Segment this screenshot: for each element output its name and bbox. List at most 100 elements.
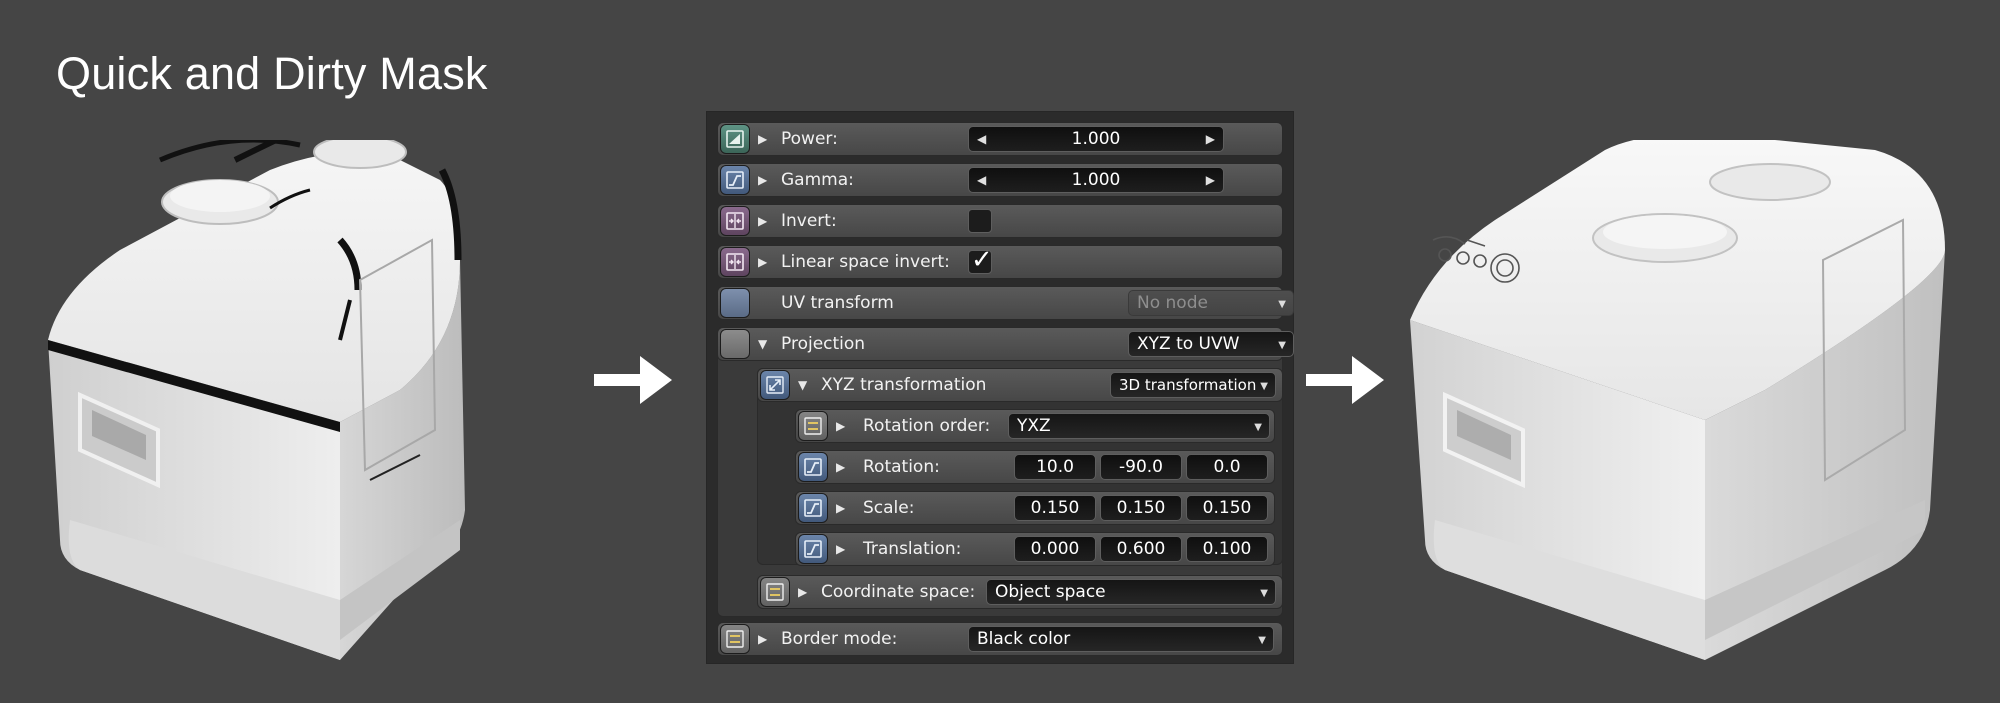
scale-x-field[interactable]: 0.150 <box>1014 495 1096 521</box>
scale-z-value: 0.150 <box>1202 498 1252 518</box>
expand-triangle-icon[interactable]: ▶ <box>758 133 767 145</box>
translation-label: Translation: <box>863 539 962 559</box>
param-row-rotation: ▶ Rotation: 10.0 -90.0 0.0 <box>795 450 1275 484</box>
uv-transform-label: UV transform <box>781 293 894 313</box>
power-slider[interactable]: ◀ 1.000 ▶ <box>968 126 1224 152</box>
float-texture-icon[interactable] <box>720 124 750 154</box>
coordinate-space-dropdown[interactable]: Object space ▼ <box>986 579 1276 605</box>
param-row-invert: ▶ Invert: <box>717 204 1283 238</box>
invert-icon[interactable] <box>720 247 750 277</box>
curve-icon[interactable] <box>798 534 828 564</box>
coordinate-space-value: Object space <box>995 582 1106 602</box>
transform-icon[interactable] <box>760 370 790 400</box>
gamma-slider[interactable]: ◀ 1.000 ▶ <box>968 167 1224 193</box>
rotation-x-field[interactable]: 10.0 <box>1014 454 1096 480</box>
page-title: Quick and Dirty Mask <box>56 48 488 99</box>
param-row-rotation-order: ▶ Rotation order: YXZ ▼ <box>795 409 1275 443</box>
expand-triangle-icon[interactable]: ▶ <box>758 633 767 645</box>
expand-triangle-icon[interactable]: ▶ <box>798 586 807 598</box>
enum-icon[interactable] <box>760 577 790 607</box>
expand-triangle-icon[interactable]: ▶ <box>836 461 845 473</box>
scale-y-value: 0.150 <box>1116 498 1166 518</box>
param-row-xyz-transformation: ▼ XYZ transformation 3D transformation ▼ <box>757 368 1283 402</box>
rotation-y-field[interactable]: -90.0 <box>1100 454 1182 480</box>
projection-label: Projection <box>781 334 866 354</box>
node-slot-icon[interactable] <box>720 288 750 318</box>
rotation-order-label: Rotation order: <box>863 416 991 436</box>
rotation-order-dropdown[interactable]: YXZ ▼ <box>1008 413 1270 439</box>
uv-transform-dropdown[interactable]: No node ▼ <box>1128 290 1294 316</box>
translation-y-value: 0.600 <box>1116 539 1166 559</box>
linear-space-invert-label: Linear space invert: <box>781 252 950 272</box>
power-value: 1.000 <box>1071 129 1121 149</box>
rotation-label: Rotation: <box>863 457 940 477</box>
coordinate-space-label: Coordinate space: <box>821 582 976 602</box>
gamma-value: 1.000 <box>1071 170 1121 190</box>
invert-label: Invert: <box>781 211 837 231</box>
rotation-y-value: -90.0 <box>1119 457 1163 477</box>
border-mode-label: Border mode: <box>781 629 898 649</box>
node-parameter-panel: ▶ Power: ◀ 1.000 ▶ ▶ Gamma: ◀ 1.000 ▶ ▶ … <box>707 112 1294 663</box>
projection-value: XYZ to UVW <box>1137 334 1240 354</box>
param-row-scale: ▶ Scale: 0.150 0.150 0.150 <box>795 491 1275 525</box>
chevron-down-icon: ▼ <box>1260 381 1268 392</box>
chevron-down-icon: ▼ <box>1258 635 1266 646</box>
scale-label: Scale: <box>863 498 915 518</box>
xyz-transformation-value: 3D transformation <box>1119 376 1257 394</box>
node-slot-icon[interactable] <box>720 329 750 359</box>
curve-icon[interactable] <box>720 165 750 195</box>
chevron-down-icon: ▼ <box>1278 299 1286 310</box>
curve-icon[interactable] <box>798 452 828 482</box>
param-row-uv-transform: UV transform No node ▼ <box>717 286 1294 320</box>
expand-triangle-icon[interactable]: ▶ <box>836 543 845 555</box>
gamma-label: Gamma: <box>781 170 854 190</box>
linear-space-invert-checkbox[interactable] <box>968 245 993 275</box>
arrow-right-icon <box>594 356 672 404</box>
chevron-down-icon: ▼ <box>1260 588 1268 599</box>
translation-z-value: 0.100 <box>1202 539 1252 559</box>
collapse-triangle-icon[interactable]: ▼ <box>798 379 807 391</box>
translation-x-value: 0.000 <box>1030 539 1080 559</box>
increment-arrow-icon[interactable]: ▶ <box>1206 173 1215 187</box>
expand-triangle-icon[interactable]: ▶ <box>758 256 767 268</box>
collapse-triangle-icon[interactable]: ▼ <box>758 338 767 350</box>
expand-triangle-icon[interactable]: ▶ <box>758 215 767 227</box>
param-row-projection: ▼ Projection XYZ to UVW ▼ <box>717 327 1294 361</box>
curve-icon[interactable] <box>798 493 828 523</box>
rotation-z-field[interactable]: 0.0 <box>1186 454 1268 480</box>
border-mode-value: Black color <box>977 629 1071 649</box>
increment-arrow-icon[interactable]: ▶ <box>1206 132 1215 146</box>
param-row-coordinate-space: ▶ Coordinate space: Object space ▼ <box>757 575 1283 609</box>
projection-dropdown[interactable]: XYZ to UVW ▼ <box>1128 331 1294 357</box>
invert-icon[interactable] <box>720 206 750 236</box>
rotation-x-value: 10.0 <box>1036 457 1074 477</box>
box-render-before <box>48 140 465 660</box>
enum-icon[interactable] <box>798 411 828 441</box>
border-mode-dropdown[interactable]: Black color ▼ <box>968 626 1274 652</box>
param-row-linear-space-invert: ▶ Linear space invert: <box>717 245 1283 279</box>
box-render-after <box>1410 140 1945 660</box>
uv-transform-value: No node <box>1137 293 1208 313</box>
scale-y-field[interactable]: 0.150 <box>1100 495 1182 521</box>
expand-triangle-icon[interactable]: ▶ <box>836 502 845 514</box>
translation-y-field[interactable]: 0.600 <box>1100 536 1182 562</box>
enum-icon[interactable] <box>720 624 750 654</box>
scale-z-field[interactable]: 0.150 <box>1186 495 1268 521</box>
translation-x-field[interactable]: 0.000 <box>1014 536 1096 562</box>
arrow-right-icon <box>1306 356 1384 404</box>
expand-triangle-icon[interactable]: ▶ <box>836 420 845 432</box>
chevron-down-icon: ▼ <box>1278 340 1286 351</box>
xyz-transformation-label: XYZ transformation <box>821 375 987 395</box>
scale-x-value: 0.150 <box>1030 498 1080 518</box>
translation-z-field[interactable]: 0.100 <box>1186 536 1268 562</box>
param-row-power: ▶ Power: ◀ 1.000 ▶ <box>717 122 1283 156</box>
xyz-transformation-dropdown[interactable]: 3D transformation ▼ <box>1110 372 1276 398</box>
expand-triangle-icon[interactable]: ▶ <box>758 174 767 186</box>
power-label: Power: <box>781 129 838 149</box>
param-row-border-mode: ▶ Border mode: Black color ▼ <box>717 622 1283 656</box>
param-row-translation: ▶ Translation: 0.000 0.600 0.100 <box>795 532 1275 566</box>
param-row-gamma: ▶ Gamma: ◀ 1.000 ▶ <box>717 163 1283 197</box>
invert-checkbox[interactable] <box>968 209 992 233</box>
chevron-down-icon: ▼ <box>1254 422 1262 433</box>
rotation-order-value: YXZ <box>1017 416 1051 436</box>
